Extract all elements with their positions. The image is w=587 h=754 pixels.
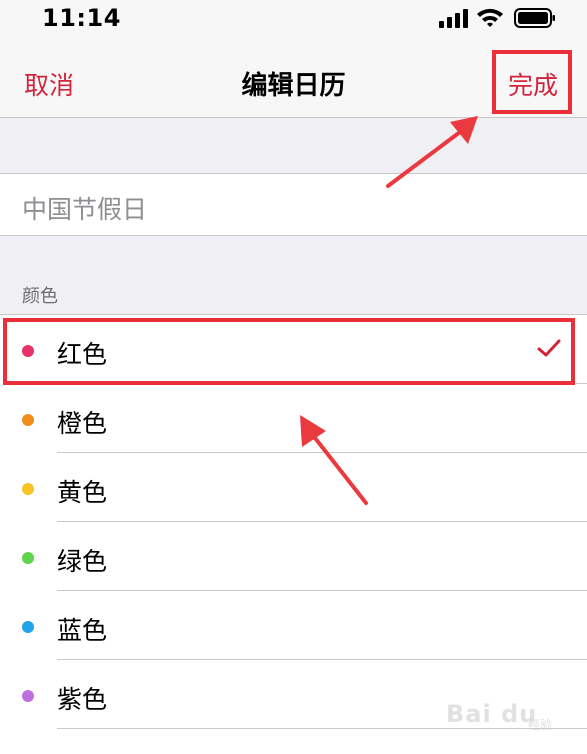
color-option-label: 橙色 — [57, 409, 108, 438]
color-dot-icon — [22, 414, 34, 426]
color-option-label: 紫色 — [57, 685, 108, 714]
color-option-green[interactable]: 绿色 — [0, 522, 587, 591]
row-divider — [57, 728, 587, 729]
calendar-name-field[interactable]: 中国节假日 — [0, 173, 587, 236]
baidu-watermark-logo: Bai du — [446, 700, 538, 728]
color-section-header: 颜色 — [22, 286, 58, 307]
color-dot-icon — [22, 690, 34, 702]
status-bar: 11:14 — [0, 0, 587, 40]
baidu-watermark-sub: 经验 — [528, 718, 553, 732]
color-option-blue[interactable]: 蓝色 — [0, 591, 587, 660]
color-dot-icon — [22, 621, 34, 633]
color-dot-icon — [22, 483, 34, 495]
done-highlight-box — [492, 50, 572, 114]
status-icons — [439, 6, 569, 30]
color-dot-icon — [22, 552, 34, 564]
selected-row-highlight-box — [3, 318, 575, 385]
color-option-label: 黄色 — [57, 478, 108, 507]
status-time: 11:14 — [42, 4, 121, 32]
cellular-signal-icon — [439, 9, 468, 28]
color-option-label: 蓝色 — [57, 616, 108, 645]
color-option-label: 绿色 — [57, 547, 108, 576]
battery-icon — [514, 8, 555, 28]
calendar-name-value: 中国节假日 — [22, 195, 148, 224]
arrow-to-selected-row-icon — [300, 415, 368, 505]
wifi-icon — [477, 8, 503, 27]
arrow-to-done-icon — [386, 116, 478, 188]
